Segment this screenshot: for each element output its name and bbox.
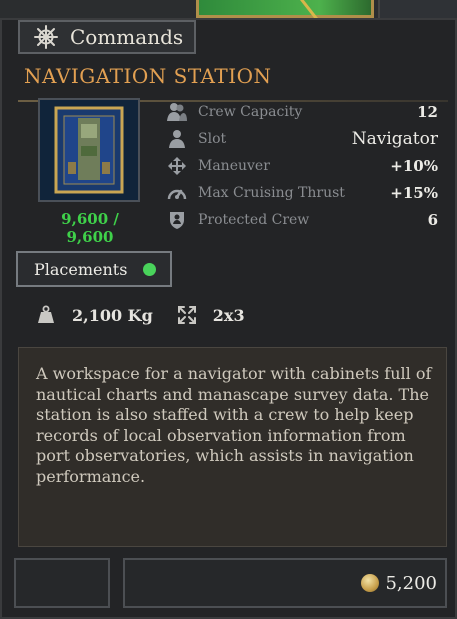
item-hp: 9,600 / 9,600 — [61, 210, 119, 246]
background-box — [378, 0, 457, 18]
item-specs: 2,100 Kg 2x3 — [36, 305, 245, 325]
placements-button[interactable]: Placements — [16, 251, 172, 287]
stat-crew-capacity: Crew Capacity 12 — [166, 98, 438, 125]
stat-maneuver: Maneuver +10% — [166, 152, 438, 179]
item-description: A workspace for a navigator with cabinet… — [18, 347, 447, 547]
placements-label: Placements — [34, 259, 128, 279]
slot-icon — [169, 129, 185, 148]
weight-icon — [38, 305, 54, 323]
maneuver-icon — [168, 156, 186, 175]
tab-label: Commands — [70, 25, 184, 49]
item-title: NAVIGATION STATION — [24, 64, 272, 88]
stat-label: Slot — [198, 130, 227, 147]
stat-value: 12 — [417, 102, 438, 121]
size-icon — [177, 306, 196, 324]
price-value: 5,200 — [385, 572, 437, 594]
background-frame — [196, 0, 374, 18]
speedometer-icon — [167, 189, 187, 199]
item-portrait — [38, 98, 140, 202]
stat-label: Crew Capacity — [198, 103, 303, 120]
ship-wheel-icon — [34, 25, 58, 49]
placements-status-dot — [143, 262, 157, 276]
secondary-button[interactable] — [14, 558, 110, 608]
commands-tab[interactable]: Commands — [18, 20, 196, 54]
stat-value: +10% — [390, 156, 438, 175]
stat-label: Max Cruising Thrust — [198, 184, 345, 201]
coin-icon — [361, 574, 380, 592]
stat-protected-crew: Protected Crew 6 — [166, 206, 438, 233]
stat-label: Maneuver — [198, 157, 270, 174]
weight-value: 2,100 Kg — [72, 305, 153, 325]
stat-value: Navigator — [351, 128, 438, 149]
crew-icon — [167, 102, 187, 121]
buy-button[interactable]: 5,200 — [123, 558, 447, 608]
stat-label: Protected Crew — [198, 211, 310, 228]
stats-list: Crew Capacity 12 Slot Navigator Maneuver… — [166, 98, 438, 233]
size-value: 2x3 — [212, 305, 245, 325]
shield-crew-icon — [170, 211, 184, 229]
stat-value: +15% — [390, 183, 438, 202]
stat-value: 6 — [427, 210, 438, 229]
stat-slot: Slot Navigator — [166, 125, 438, 152]
item-tooltip-panel: Commands NAVIGATION STATION 9,600 / 9,60… — [0, 18, 457, 619]
stat-max-cruising-thrust: Max Cruising Thrust +15% — [166, 179, 438, 206]
